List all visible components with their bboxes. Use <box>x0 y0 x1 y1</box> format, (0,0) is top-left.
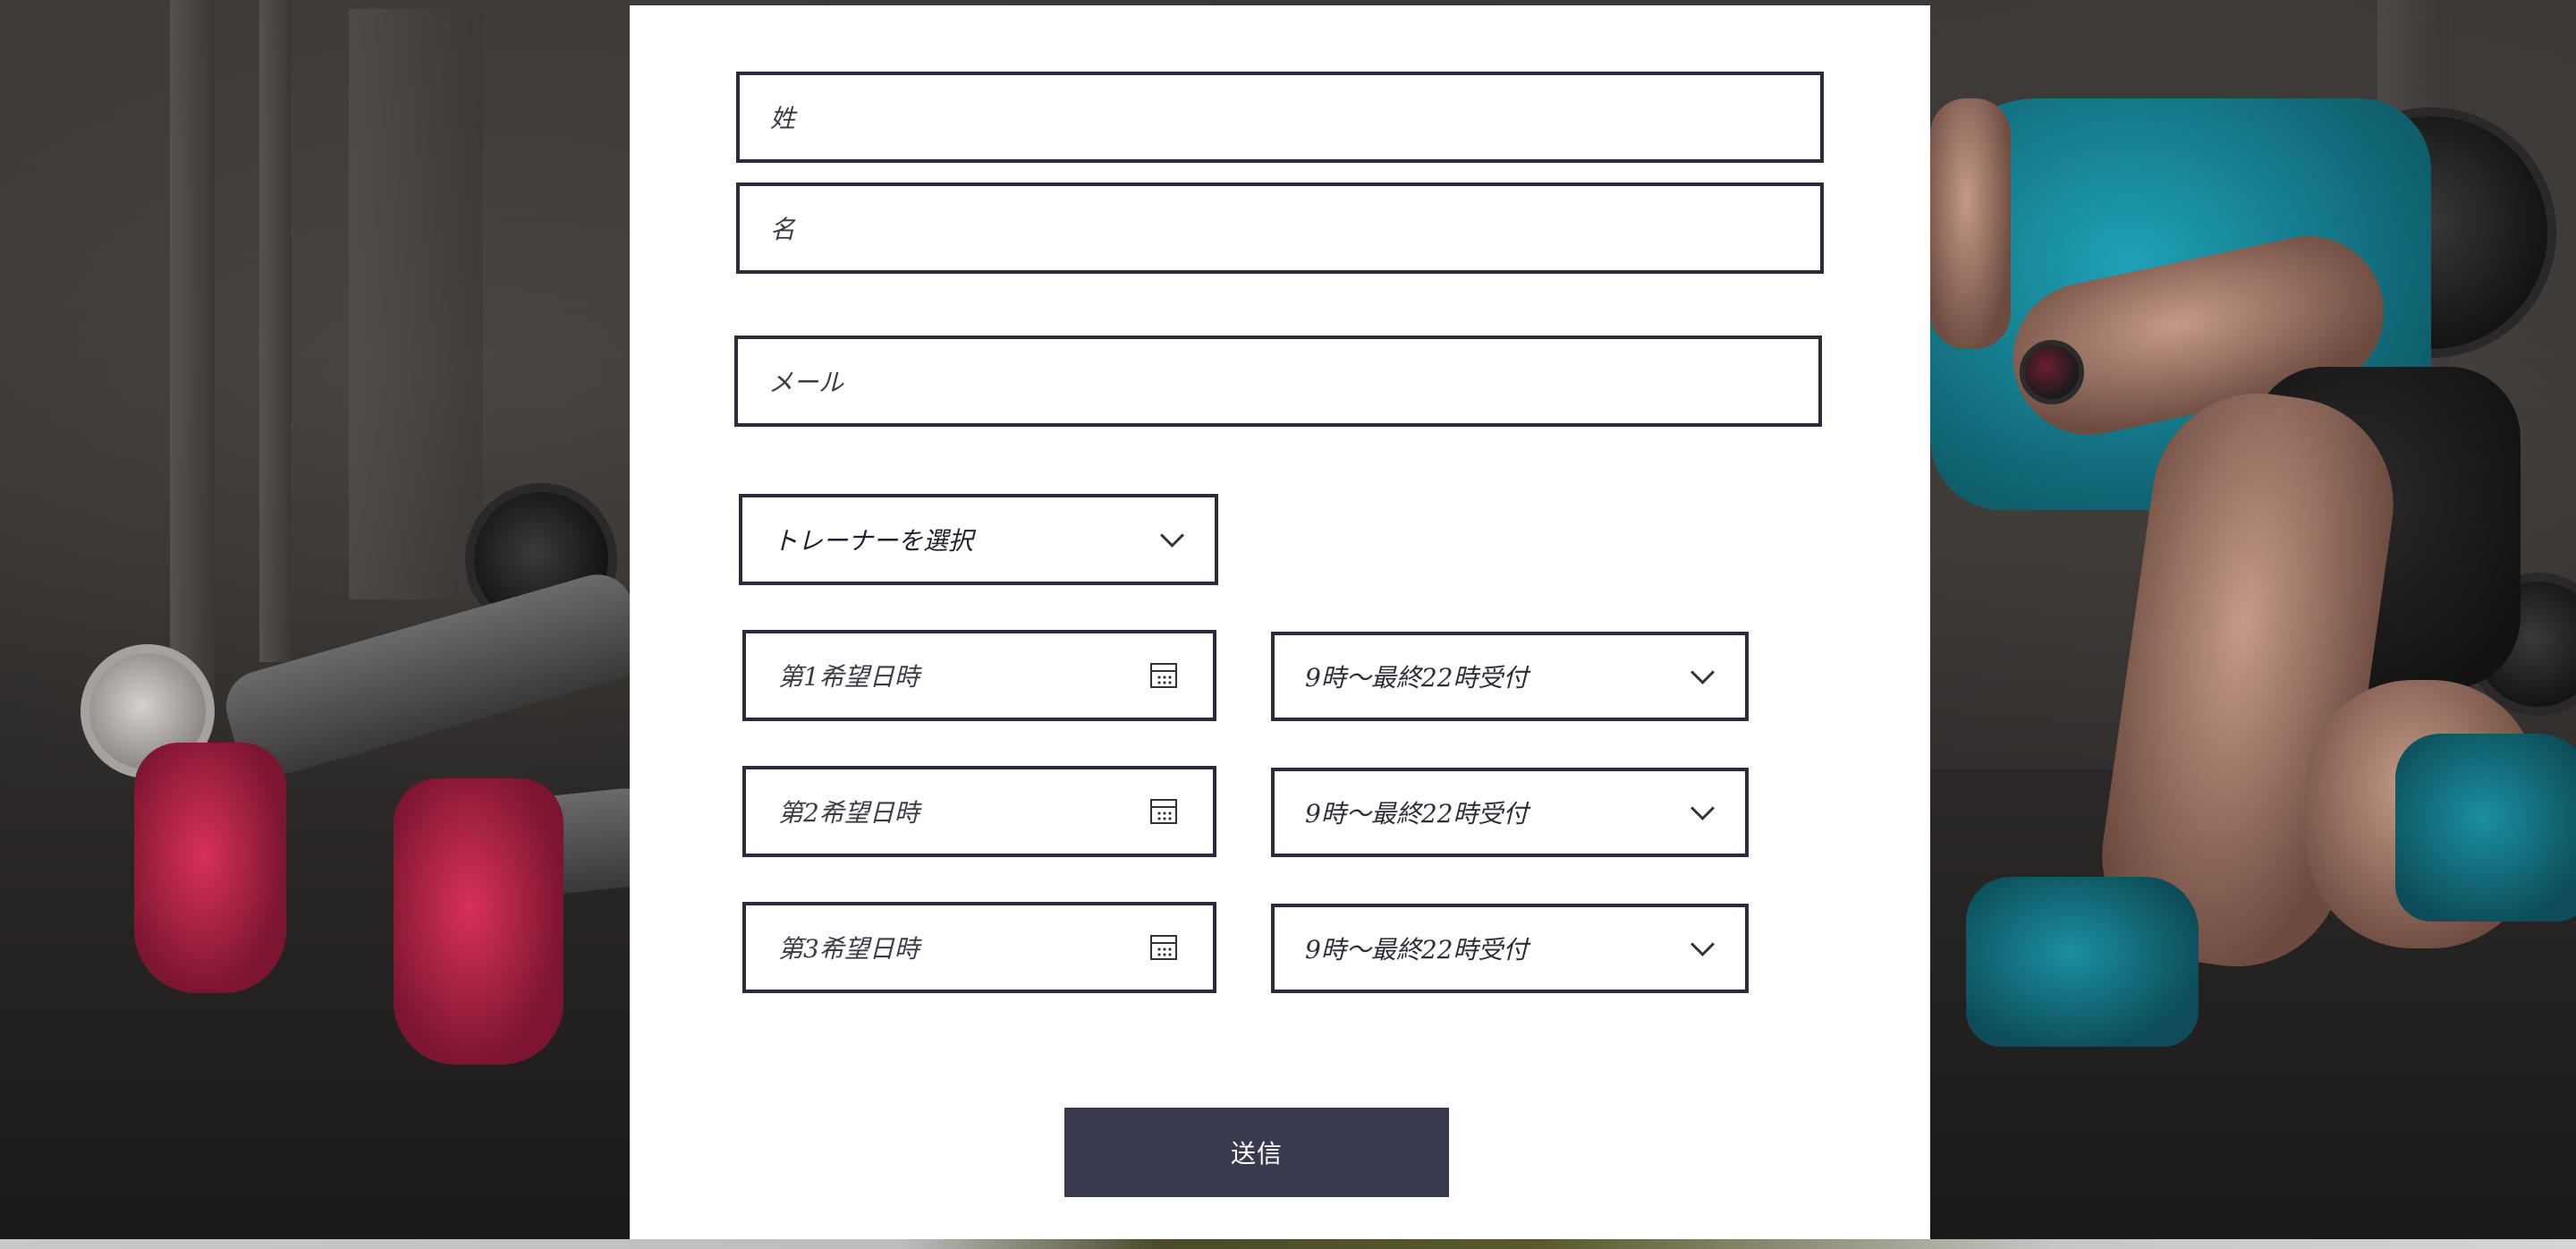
date-1-placeholder: 第1希望日時 <box>778 662 919 692</box>
email-field[interactable]: メール <box>734 336 1822 427</box>
calendar-icon[interactable] <box>1150 663 1177 688</box>
time-select-2[interactable]: 9時〜最終22時受付 <box>1271 768 1749 857</box>
pink-sneaker <box>394 778 564 1065</box>
last-name-placeholder: 姓 <box>770 104 796 133</box>
first-name-field[interactable]: 名 <box>736 183 1824 274</box>
time-select-2-value: 9時〜最終22時受付 <box>1305 799 1529 828</box>
first-name-placeholder: 名 <box>770 215 796 244</box>
submit-button[interactable]: 送信 <box>1064 1108 1449 1197</box>
page: 姓 名 メール トレーナーを選択 第1希望日時 9時〜最終22時受付 第2希望日… <box>0 0 2576 1249</box>
chevron-down-icon <box>1690 795 1715 820</box>
trainer-select[interactable]: トレーナーを選択 <box>739 494 1218 585</box>
equipment-rack <box>349 9 483 599</box>
booking-form-panel: 姓 名 メール トレーナーを選択 第1希望日時 9時〜最終22時受付 第2希望日… <box>630 5 1930 1239</box>
equipment-rack-post <box>170 0 215 698</box>
time-select-3[interactable]: 9時〜最終22時受付 <box>1271 904 1749 993</box>
date-2-placeholder: 第2希望日時 <box>778 798 919 828</box>
wristwatch <box>2020 340 2084 404</box>
date-field-2[interactable]: 第2希望日時 <box>742 766 1216 857</box>
equipment-rack-post <box>259 0 292 662</box>
calendar-icon[interactable] <box>1150 799 1177 824</box>
trainer-head <box>1930 98 2011 349</box>
date-field-3[interactable]: 第3希望日時 <box>742 902 1216 993</box>
chevron-down-icon <box>1690 931 1715 956</box>
calendar-icon[interactable] <box>1150 935 1177 960</box>
last-name-field[interactable]: 姓 <box>736 72 1824 163</box>
time-select-1[interactable]: 9時〜最終22時受付 <box>1271 632 1749 721</box>
date-field-1[interactable]: 第1希望日時 <box>742 630 1216 721</box>
time-select-3-value: 9時〜最終22時受付 <box>1305 935 1529 964</box>
date-3-placeholder: 第3希望日時 <box>778 934 919 964</box>
time-select-1-value: 9時〜最終22時受付 <box>1305 663 1529 692</box>
left-background-scene <box>0 0 630 1239</box>
pink-sneaker <box>134 743 286 993</box>
chevron-down-icon <box>1160 523 1184 548</box>
email-placeholder: メール <box>768 368 844 397</box>
right-background-scene <box>1930 0 2576 1239</box>
teal-sneaker <box>2395 734 2576 922</box>
trainer-select-value: トレーナーを選択 <box>773 526 974 556</box>
panel-bottom-gap <box>630 1239 1930 1249</box>
chevron-down-icon <box>1690 659 1715 684</box>
teal-sneaker <box>1966 877 2199 1047</box>
